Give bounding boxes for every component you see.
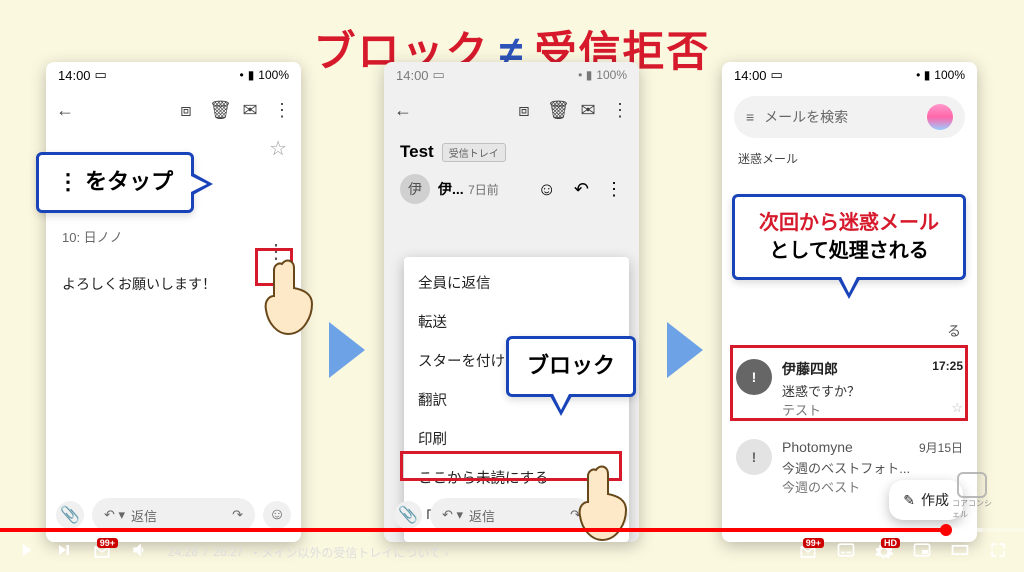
next-button[interactable] (54, 540, 74, 565)
reply-pill[interactable]: ↶ ▾返信↷ (430, 498, 593, 532)
attachment-icon[interactable]: 📎 (56, 501, 84, 529)
spam-email-item[interactable]: ! 伊藤四郎 17:25 迷惑ですか？ テスト ☆ (722, 349, 977, 429)
mail-search-bar[interactable]: ≡ メールを検索 (734, 96, 965, 138)
arrow-right-icon (329, 322, 365, 378)
status-bar: 14:00 ▭ • ▮100% (384, 62, 639, 88)
back-icon[interactable]: ← (56, 101, 74, 119)
callout2-text: ブロック (527, 353, 615, 378)
settings-button[interactable]: HD (874, 542, 894, 562)
spam-badge-icon: ! (736, 359, 772, 395)
reply-arrow-icon: ↶ ▾ (104, 507, 125, 523)
status-time: 14:00 (396, 68, 429, 83)
attachment-icon[interactable]: 📎 (394, 501, 422, 529)
total-time: 26:27 (213, 545, 243, 559)
chapter-title[interactable]: ・メイン以外の受信トレイについて › (249, 544, 448, 561)
archive-icon[interactable]: ⧈ (177, 101, 195, 119)
status-battery: 100% (258, 68, 289, 82)
profile-avatar[interactable] (927, 104, 953, 130)
current-time: 24:28 (168, 545, 198, 559)
star-icon[interactable]: ☆ (951, 400, 963, 419)
email-body-text: よろしくお願いします！ (62, 274, 216, 294)
miniplayer-button[interactable] (912, 540, 932, 565)
theater-button[interactable] (950, 540, 970, 565)
phone-screenshot-3: 14:00 ▭ • ▮100% ≡ メールを検索 迷惑メール る ! 伊藤四郎 1… (722, 62, 977, 542)
compose-label: 作成 (921, 490, 949, 510)
menu-print[interactable]: 印刷 (404, 419, 629, 458)
status-time: 14:00 (58, 68, 91, 83)
more-vert-icon[interactable]: ⋮ (273, 101, 291, 119)
callout-future-spam: 次回から迷惑メール として処理される (732, 194, 966, 280)
youtube-mini-icon: ▭ (95, 67, 107, 83)
mail-notification-icon[interactable]: 99+ (92, 542, 112, 562)
reply-label: 返信 (131, 506, 157, 525)
status-time: 14:00 (734, 68, 767, 83)
delete-icon[interactable]: 🗑 (209, 101, 227, 119)
callout1-suffix: をタップ (79, 169, 173, 194)
mail-icon[interactable]: ✉ (241, 101, 259, 119)
item1-time: 17:25 (932, 359, 963, 379)
item2-sender: Photomyne (782, 439, 853, 456)
folder-label: 迷惑メール (722, 146, 977, 169)
notification-badge: 99+ (97, 538, 118, 548)
subtitles-button[interactable] (836, 540, 856, 565)
youtube-control-bar: 99+ 24:28 / 26:27 ・メイン以外の受信トレイについて › 99+… (0, 528, 1024, 572)
reply-pill[interactable]: ↶ ▾ 返信 ↷ (92, 498, 255, 532)
channel-watermark[interactable]: コアコンシェル (952, 472, 992, 520)
chevron-right-icon: › (444, 546, 448, 560)
star-icon[interactable]: ☆ (269, 136, 287, 161)
partial-button-suffix: る (722, 321, 977, 349)
emoji-icon[interactable]: ☺ (263, 501, 291, 529)
volume-button[interactable] (130, 540, 150, 565)
mail-notification-icon-2[interactable]: 99+ (798, 542, 818, 562)
pointing-hand-icon (262, 256, 318, 336)
item1-sender: 伊藤四郎 (782, 359, 838, 379)
watermark-label: コアコンシェル (952, 498, 992, 520)
callout-block: ブロック (506, 336, 636, 397)
menu-icon[interactable]: ≡ (746, 109, 754, 125)
item2-time: 9月15日 (919, 439, 963, 456)
status-battery: 100% (596, 68, 627, 82)
item2-preview: 今週のベスト (782, 477, 860, 496)
callout3-red: 次回から迷惑メール (759, 212, 939, 234)
search-placeholder: メールを検索 (764, 107, 848, 127)
notification-badge: 99+ (803, 538, 824, 548)
fullscreen-button[interactable] (988, 540, 1008, 565)
menu-reply-all[interactable]: 全員に返信 (404, 263, 629, 302)
email-app-bar: ← ⧈ 🗑 ✉ ⋮ (46, 88, 301, 132)
play-button[interactable] (16, 540, 36, 565)
callout-tap-more: ⋮ をタップ (36, 152, 194, 213)
item1-subject: 迷惑ですか？ (782, 381, 963, 400)
item2-subject: 今週のベストフォト... (782, 458, 963, 477)
reply-label: 返信 (469, 506, 495, 525)
item1-preview: テスト (782, 400, 821, 419)
status-bar: 14:00 ▭ • ▮100% (46, 62, 301, 88)
pencil-icon: ✎ (903, 492, 915, 509)
callout1-prefix: ⋮ (57, 169, 79, 194)
reply-bar: 📎 ↶ ▾ 返信 ↷ ☺ (46, 498, 301, 532)
time-display: 24:28 / 26:27 ・メイン以外の受信トレイについて › (168, 544, 448, 561)
arrow-right-icon (667, 322, 703, 378)
hd-badge: HD (881, 538, 900, 548)
status-bar: 14:00 ▭ • ▮100% (722, 62, 977, 88)
battery-icon: ▮ (248, 68, 255, 82)
callout3-rest: として処理される (769, 240, 928, 262)
forward-arrow-icon: ↷ (232, 507, 243, 523)
spam-badge-icon: ! (736, 439, 772, 475)
status-battery: 100% (934, 68, 965, 82)
email-numbered-line: 10: 日ノノ (62, 227, 216, 246)
